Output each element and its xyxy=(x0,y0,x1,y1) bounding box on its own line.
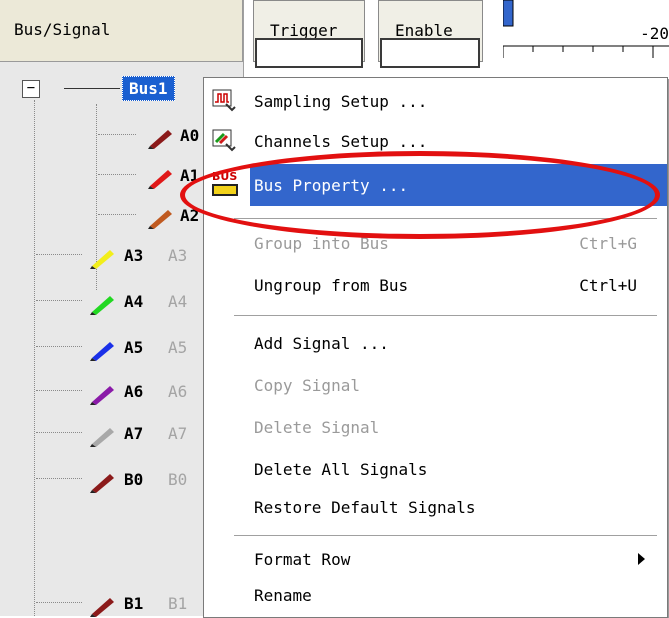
signal-name: B0 xyxy=(124,470,144,489)
menu-item-label: Rename xyxy=(254,586,312,605)
signal-alias: A7 xyxy=(168,424,188,443)
menu-item-label: Delete Signal xyxy=(254,418,380,437)
collapse-toggle-icon[interactable]: − xyxy=(22,80,40,98)
tree-connector-line xyxy=(36,602,82,603)
highlight-annotation-oval xyxy=(180,151,660,239)
menu-item-ungroup-from-bus[interactable]: Ungroup from Bus Ctrl+U xyxy=(204,264,667,306)
tree-row-bus1[interactable]: − Bus1 xyxy=(22,74,222,104)
bus-signal-column-header[interactable]: Bus/Signal xyxy=(0,0,243,62)
signal-name: A5 xyxy=(124,338,144,357)
probe-pen-icon xyxy=(90,386,114,405)
menu-item-label: Ungroup from Bus xyxy=(254,276,409,295)
tree-row-signal[interactable]: A5 A5 xyxy=(0,332,230,362)
tree-row-signal[interactable]: A7 A7 xyxy=(0,418,230,448)
enable-cell[interactable] xyxy=(380,38,480,68)
signal-name: A4 xyxy=(124,292,144,311)
probe-pen-icon xyxy=(90,428,114,447)
probe-pen-icon xyxy=(90,342,114,361)
probe-pen-icon xyxy=(148,130,172,149)
signal-alias: A3 xyxy=(168,246,188,265)
menu-item-delete-signal[interactable]: Delete Signal xyxy=(204,406,667,448)
signal-alias: A6 xyxy=(168,382,188,401)
sampling-icon xyxy=(212,89,236,112)
probe-pen-icon xyxy=(90,296,114,315)
signal-alias: B0 xyxy=(168,470,188,489)
menu-item-restore-default-signals[interactable]: Restore Default Signals xyxy=(204,486,667,528)
probe-pen-icon xyxy=(148,210,172,229)
signal-alias: B1 xyxy=(168,594,188,613)
menu-item-label: Copy Signal xyxy=(254,376,360,395)
menu-item-label: Delete All Signals xyxy=(254,460,428,479)
probe-pen-icon xyxy=(90,250,114,269)
menu-item-label: Add Signal ... xyxy=(254,334,389,353)
menu-item-label: Sampling Setup ... xyxy=(254,92,428,111)
bus-signal-header-label: Bus/Signal xyxy=(14,20,111,39)
menu-item-copy-signal[interactable]: Copy Signal xyxy=(204,364,667,406)
menu-separator xyxy=(234,535,657,536)
tree-connector-line xyxy=(98,174,136,175)
tree-row-signal[interactable]: A0 xyxy=(0,120,230,150)
menu-item-rename[interactable]: Rename xyxy=(204,574,667,616)
menu-item-sampling-setup[interactable]: Sampling Setup ... xyxy=(204,80,667,122)
signal-name: B1 xyxy=(124,594,144,613)
menu-item-shortcut: Ctrl+U xyxy=(579,276,637,295)
menu-item-label: Restore Default Signals xyxy=(254,498,476,517)
tree-connector-line xyxy=(36,254,82,255)
tree-connector-line xyxy=(36,432,82,433)
tree-row-signal[interactable]: B1 B1 xyxy=(0,588,230,618)
tree-connector-line xyxy=(36,478,82,479)
ruler-tick-label: -20 xyxy=(640,24,669,43)
tree-row-signal[interactable]: B0 B0 xyxy=(0,464,230,494)
tree-connector-line xyxy=(98,134,136,135)
menu-separator xyxy=(234,315,657,316)
bus1-label[interactable]: Bus1 xyxy=(122,76,175,101)
tree-connector-line xyxy=(36,300,82,301)
tree-row-signal[interactable]: A3 A3 xyxy=(0,240,230,270)
tree-row-signal[interactable]: A6 A6 xyxy=(0,376,230,406)
tree-connector-line xyxy=(36,390,82,391)
tree-connector-line xyxy=(36,346,82,347)
probe-pen-icon xyxy=(90,474,114,493)
timeline-ruler[interactable]: -20 xyxy=(502,0,669,62)
menu-item-label: Format Row xyxy=(254,550,351,569)
submenu-arrow-icon xyxy=(638,553,645,565)
signal-name: A0 xyxy=(180,126,200,145)
channels-icon xyxy=(212,129,236,152)
menu-item-add-signal[interactable]: Add Signal ... xyxy=(204,322,667,364)
signal-alias: A5 xyxy=(168,338,188,357)
menu-item-label: Channels Setup ... xyxy=(254,132,428,151)
tree-connector-line xyxy=(98,214,136,215)
probe-pen-icon xyxy=(90,598,114,617)
menu-item-shortcut: Ctrl+G xyxy=(579,234,637,253)
menu-item-delete-all-signals[interactable]: Delete All Signals xyxy=(204,448,667,490)
signal-name: A3 xyxy=(124,246,144,265)
trigger-cell[interactable] xyxy=(255,38,363,68)
probe-pen-icon xyxy=(148,170,172,189)
signal-name: A7 xyxy=(124,424,144,443)
signal-name: A6 xyxy=(124,382,144,401)
bus-line xyxy=(64,88,120,89)
tree-row-signal[interactable]: A4 A4 xyxy=(0,286,230,316)
signal-alias: A4 xyxy=(168,292,188,311)
